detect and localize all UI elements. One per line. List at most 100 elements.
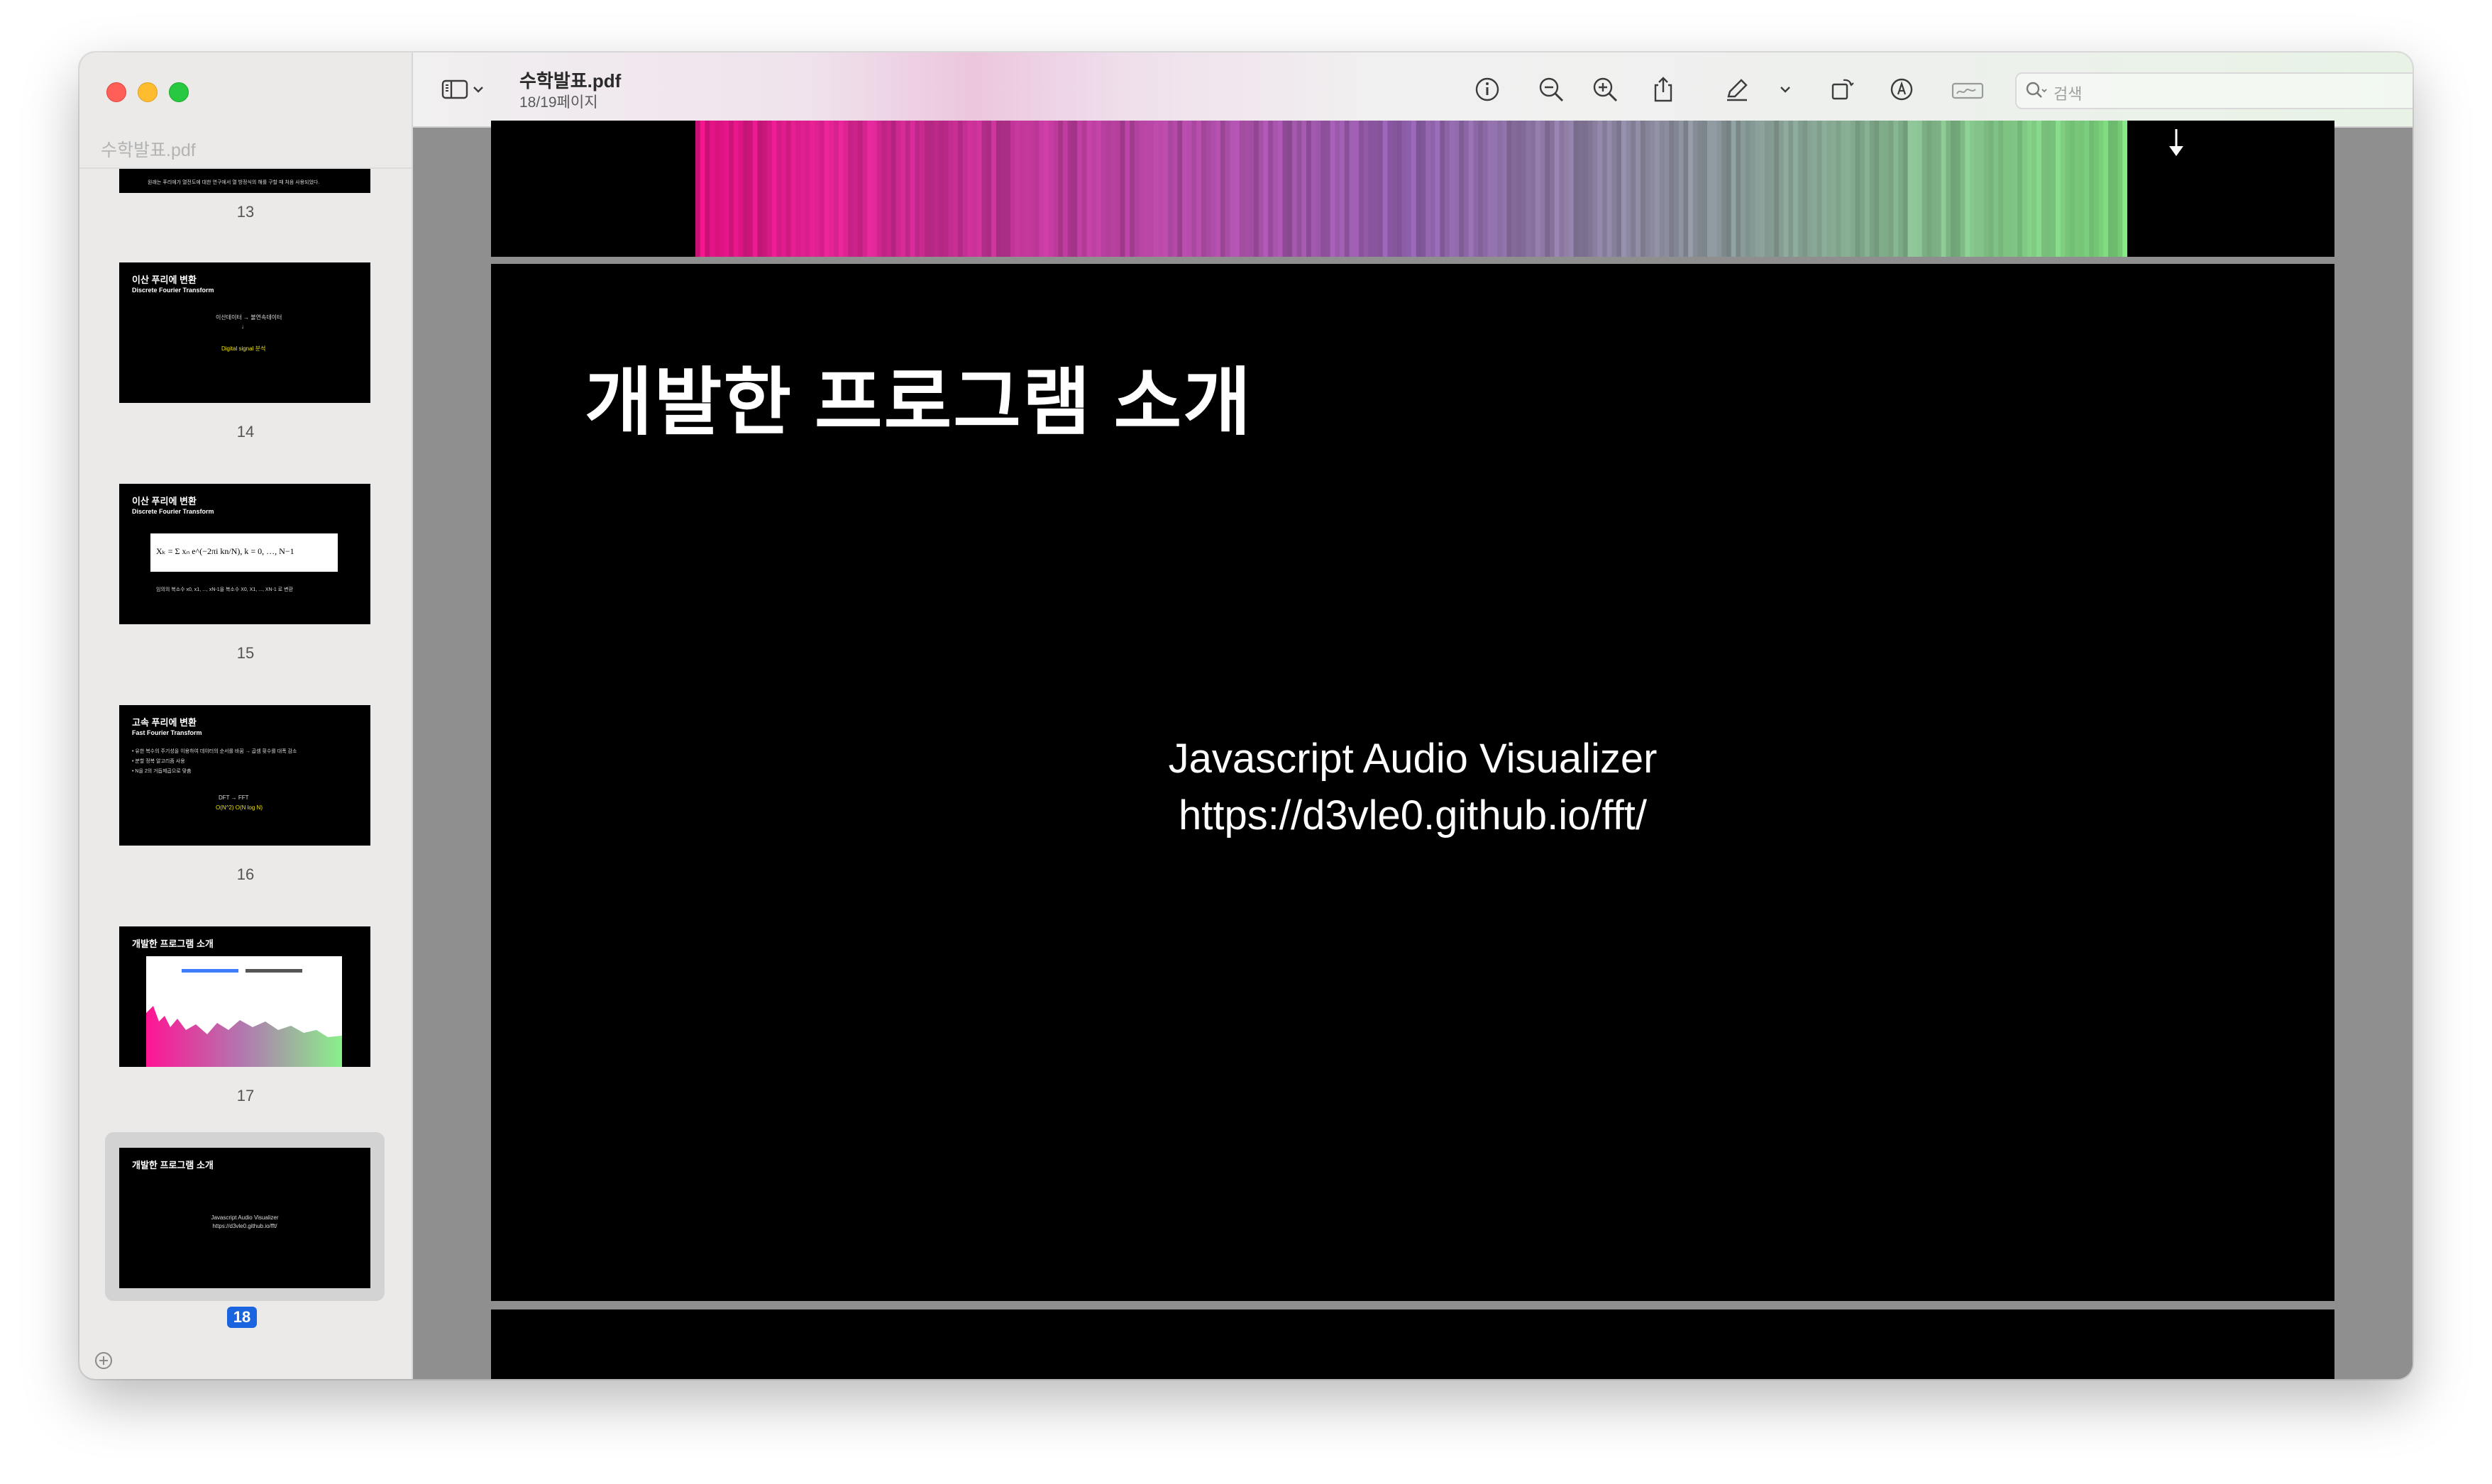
signature-icon[interactable] <box>1950 74 1987 105</box>
thumbnail-text: Digital signal 분석 <box>221 345 266 352</box>
spectrum-bar <box>1067 121 1074 257</box>
spectrum-bar <box>1048 121 1054 257</box>
spectrum-bar <box>1368 121 1374 257</box>
visualizer-spectrum <box>146 1006 342 1067</box>
spectrum-bar <box>1081 121 1088 257</box>
spectrum-bar <box>1072 121 1078 257</box>
thumbnail-page-17[interactable]: 개발한 프로그램 소개 <box>119 926 370 1067</box>
spectrum-bar <box>1163 121 1169 257</box>
spectrum-bar <box>1182 121 1188 257</box>
zoom-out-icon[interactable] <box>1536 74 1567 105</box>
spectrum-bar <box>1664 121 1670 257</box>
spectrum-bar <box>1970 121 1975 257</box>
spectrum-bar <box>2027 121 2033 257</box>
spectrum-bar <box>1144 121 1149 257</box>
spectrum-bar <box>743 121 749 257</box>
spectrum-bar <box>996 121 1002 257</box>
search-field[interactable]: 검색 <box>2015 72 2413 109</box>
spectrum-bar <box>1726 121 1732 257</box>
spectrum-bar <box>1755 121 1760 257</box>
spectrum-bar <box>1812 121 1818 257</box>
spectrum-bar <box>1587 121 1594 257</box>
thumbnail-title: 개발한 프로그램 소개 <box>132 938 214 949</box>
document-canvas[interactable]: 개발한 프로그램 소개 Javascript Audio Visualizer … <box>413 121 2413 1379</box>
spectrum-bar <box>1774 121 1780 257</box>
zoom-in-icon[interactable] <box>1589 74 1621 105</box>
spectrum-bar <box>1583 121 1589 257</box>
thumbnail-page-15[interactable]: 이산 푸리에 변환 Discrete Fourier Transform Xₖ … <box>119 484 370 624</box>
slide-line-app-name: Javascript Audio Visualizer <box>1168 736 1658 782</box>
spectrum-bar <box>1902 121 1909 257</box>
spectrum-visualization <box>695 121 2127 257</box>
spectrum-bar <box>948 121 954 257</box>
spectrum-bar <box>1134 121 1140 257</box>
fullscreen-button[interactable] <box>169 82 189 102</box>
spectrum-bar <box>2051 121 2056 257</box>
spectrum-bar <box>1931 121 1937 257</box>
slide-body: Javascript Audio Visualizer https://d3vl… <box>491 731 2334 844</box>
thumbnail-subtitle: Discrete Fourier Transform <box>132 508 214 515</box>
share-icon[interactable] <box>1648 74 1679 105</box>
markup-options-chevron-icon[interactable] <box>1777 74 1794 105</box>
spectrum-bar <box>1984 121 1990 257</box>
spectrum-bar <box>2065 121 2071 257</box>
spectrum-bar <box>972 121 978 257</box>
spectrum-bar <box>705 121 710 257</box>
slide-line-url[interactable]: https://d3vle0.github.io/fft/ <box>491 787 2334 844</box>
spectrum-bar <box>781 121 787 257</box>
spectrum-bar <box>1287 121 1293 257</box>
spectrum-bar <box>862 121 868 257</box>
spectrum-bar <box>747 121 754 257</box>
spectrum-bar <box>1650 121 1655 257</box>
spectrum-bar <box>1316 121 1321 257</box>
spectrum-bar <box>810 121 815 257</box>
minimize-button[interactable] <box>138 82 158 102</box>
thumbnail-page-16[interactable]: 고속 푸리에 변환 Fast Fourier Transform • 유한 복수… <box>119 705 370 846</box>
spectrum-bar <box>1692 121 1699 257</box>
spectrum-bar <box>1855 121 1860 257</box>
spectrum-bar <box>1354 121 1360 257</box>
spectrum-bar <box>834 121 839 257</box>
spectrum-bar <box>1673 121 1680 257</box>
spectrum-bar <box>1554 121 1560 257</box>
markup-pen-icon[interactable] <box>1721 74 1753 105</box>
spectrum-bar <box>1053 121 1059 257</box>
thumbnail-subtitle: Fast Fourier Transform <box>132 729 202 736</box>
spectrum-bar <box>1086 121 1092 257</box>
spectrum-bar <box>1411 121 1417 257</box>
spectrum-bar <box>1540 121 1545 257</box>
spectrum-bar <box>785 121 792 257</box>
spectrum-bar <box>1946 121 1951 257</box>
chevron-down-icon[interactable] <box>470 74 487 105</box>
spectrum-bar <box>2098 121 2104 257</box>
spectrum-bar <box>1005 121 1011 257</box>
spectrum-bar <box>1478 121 1484 257</box>
sidebar-toggle-icon[interactable] <box>440 74 471 105</box>
thumbnail-subtitle: Discrete Fourier Transform <box>132 287 214 294</box>
thumbnail-page-14[interactable]: 이산 푸리에 변환 Discrete Fourier Transform 이산데… <box>119 262 370 403</box>
spectrum-bar <box>1998 121 2004 257</box>
spectrum-bar <box>1321 121 1326 257</box>
thumbnail-text: • 유한 복수의 주기성을 이용하여 데이터의 순서를 바꿈 → 곱셈 횟수를 … <box>132 749 297 754</box>
spectrum-bar <box>1778 121 1785 257</box>
spectrum-bar <box>1631 121 1636 257</box>
spectrum-bar <box>1330 121 1335 257</box>
thumbnail-page-13[interactable]: 원래는 푸리에가 열전도에 대한 연구에서 열 방정식의 해를 구할 때 처음 … <box>119 169 370 193</box>
next-page <box>491 1309 2334 1379</box>
markup-circle-icon[interactable] <box>1886 74 1917 105</box>
close-button[interactable] <box>106 82 126 102</box>
rotate-icon[interactable] <box>1826 74 1858 105</box>
info-icon[interactable] <box>1472 74 1503 105</box>
add-page-icon[interactable] <box>94 1351 114 1371</box>
spectrum-bar <box>1373 121 1379 257</box>
spectrum-bar <box>1454 121 1460 257</box>
spectrum-bar <box>1392 121 1398 257</box>
spectrum-bar <box>776 121 782 257</box>
spectrum-bar <box>1254 121 1259 257</box>
spectrum-bar <box>2122 121 2127 257</box>
spectrum-bar <box>1621 121 1627 257</box>
spectrum-bar <box>929 121 934 257</box>
spectrum-bar <box>1865 121 1870 257</box>
spectrum-bar <box>1955 121 1961 257</box>
thumbnail-page-18[interactable]: 개발한 프로그램 소개 Javascript Audio Visualizer … <box>119 1148 370 1288</box>
